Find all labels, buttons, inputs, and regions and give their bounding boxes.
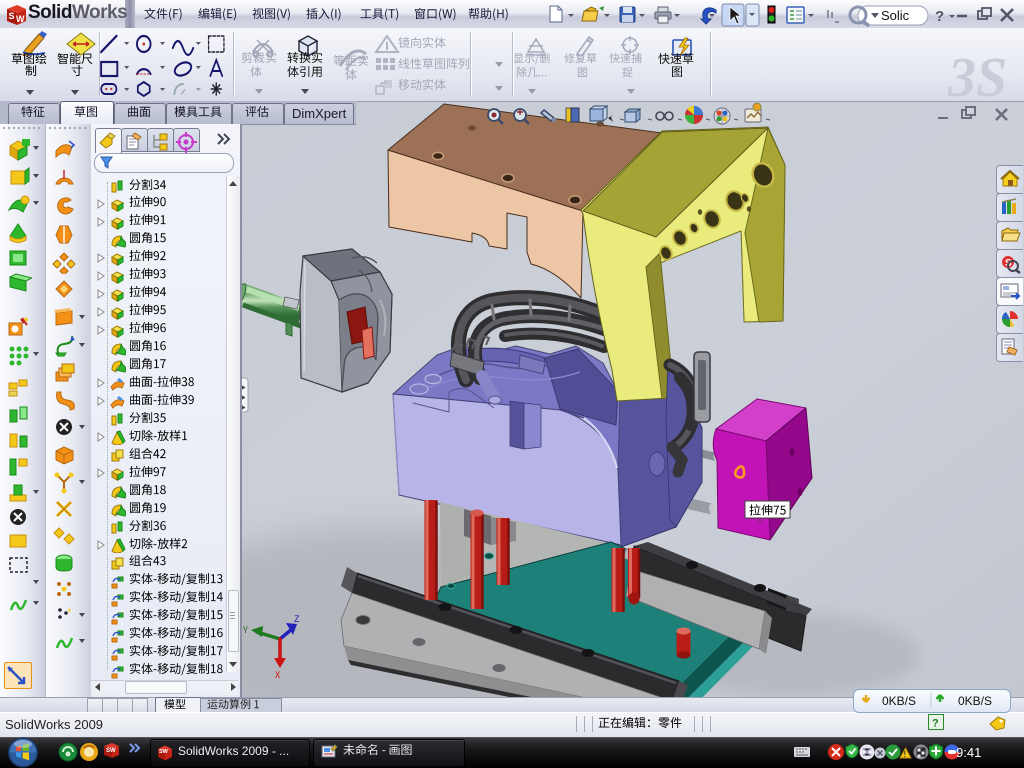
svg-text:?: ?: [935, 8, 944, 25]
svg-text:SW: SW: [106, 748, 116, 754]
svg-text:Solic: Solic: [881, 8, 910, 23]
svg-text:0KB/S: 0KB/S: [882, 694, 916, 708]
svg-text:9:41: 9:41: [956, 745, 981, 760]
svg-text:!: !: [904, 750, 907, 759]
svg-text:S: S: [9, 11, 15, 21]
svg-text:SW: SW: [159, 749, 169, 755]
svg-text:?: ?: [932, 718, 939, 730]
svg-text:W: W: [16, 14, 25, 24]
svg-text:0KB/S: 0KB/S: [958, 694, 992, 708]
